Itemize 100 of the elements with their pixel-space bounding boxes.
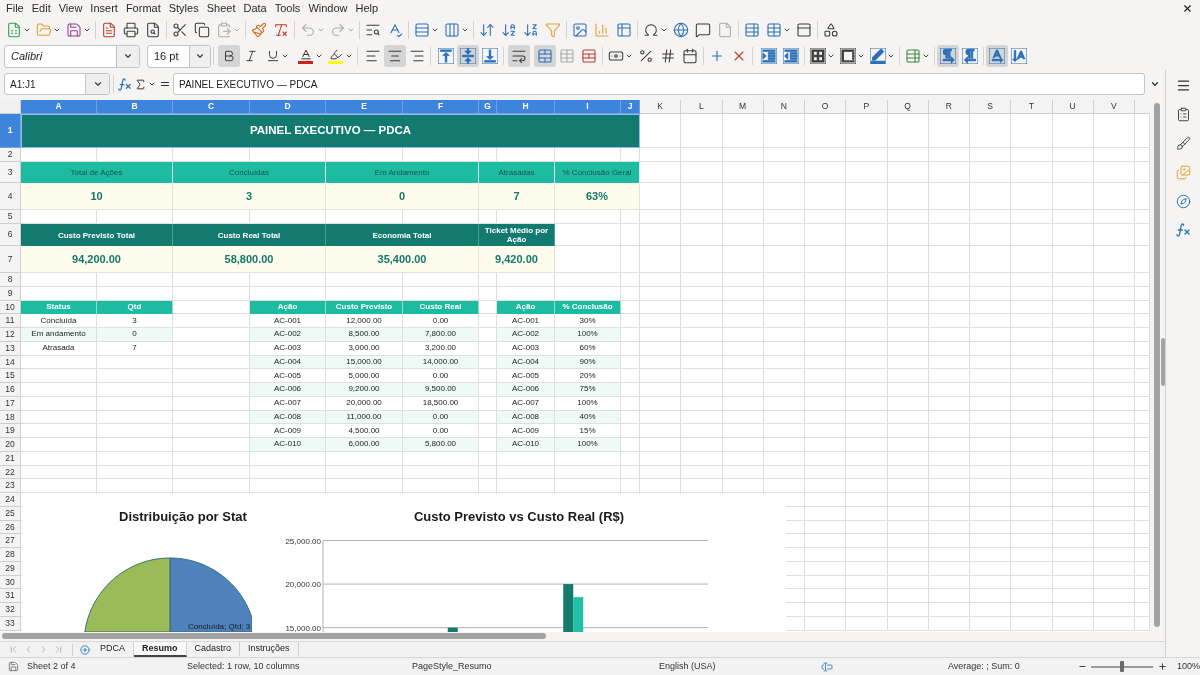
align-center-button[interactable] — [384, 45, 406, 67]
row-header[interactable]: 1 — [0, 114, 21, 148]
row-header[interactable]: 28 — [0, 548, 21, 562]
column-header[interactable]: L — [681, 100, 723, 114]
menu-item[interactable]: Window — [308, 3, 348, 14]
column-header[interactable]: E — [326, 100, 403, 114]
column-header[interactable]: C — [173, 100, 250, 114]
column-header[interactable]: O — [805, 100, 847, 114]
printer-icon — [123, 21, 139, 38]
column-header[interactable]: R — [928, 100, 970, 114]
align-middle-button[interactable] — [457, 45, 479, 67]
row-header[interactable]: 24 — [0, 493, 21, 507]
menu-item[interactable]: Tools — [274, 3, 301, 14]
row-header[interactable]: 32 — [0, 603, 21, 617]
table-icon — [904, 48, 921, 64]
font-size-field[interactable]: 16 pt — [147, 44, 211, 68]
menu-item[interactable]: Data — [243, 3, 267, 14]
menu-item[interactable]: Help — [355, 3, 379, 14]
kpi-value: 58,800.00 — [173, 246, 326, 273]
font-name-dropdown[interactable] — [116, 45, 139, 67]
row-header[interactable]: 11 — [0, 314, 21, 328]
add-sheet-button[interactable] — [78, 642, 92, 657]
italic-icon — [244, 49, 258, 63]
row-header[interactable]: 16 — [0, 383, 21, 397]
row-header[interactable]: 5 — [0, 210, 21, 224]
column-header[interactable]: S — [970, 100, 1012, 114]
scroll-thumb[interactable] — [1154, 103, 1160, 627]
decrease-indent-button[interactable] — [780, 45, 802, 67]
menu-item[interactable]: Insert — [90, 3, 118, 14]
column-header[interactable]: T — [1011, 100, 1053, 114]
column-header[interactable]: V — [1093, 100, 1135, 114]
column-header[interactable]: P — [846, 100, 888, 114]
left-to-right-button[interactable] — [937, 45, 959, 67]
axis-label: 20,000.00 — [285, 580, 321, 590]
text-arrow-icon — [989, 48, 1005, 64]
sidebar-handle[interactable] — [1161, 338, 1165, 386]
row-header[interactable]: 8 — [0, 273, 21, 287]
table-cell: 75% — [555, 383, 621, 397]
row-header[interactable]: 19 — [0, 424, 21, 438]
kpi-label: Concluídas — [173, 162, 326, 183]
row-header[interactable]: 15 — [0, 369, 21, 383]
table-cell: AC-010 — [250, 438, 326, 452]
font-name-field[interactable]: Calibri — [4, 44, 140, 68]
column-header[interactable]: F — [403, 100, 479, 114]
row-header[interactable]: 2 — [0, 148, 21, 162]
row-header[interactable]: 6 — [0, 224, 21, 246]
menu-item[interactable]: View — [58, 3, 83, 14]
name-box-dropdown[interactable] — [85, 74, 109, 94]
row-header[interactable]: 20 — [0, 438, 21, 452]
row-header[interactable]: 7 — [0, 246, 21, 273]
table-icon — [616, 21, 632, 38]
name-box[interactable]: A1:J1 — [4, 73, 110, 95]
scroll-thumb[interactable] — [2, 633, 546, 639]
sheet-tab[interactable]: Resumo — [134, 642, 187, 657]
align-top-button[interactable] — [435, 45, 457, 67]
row-header[interactable]: 23 — [0, 479, 21, 493]
menu-item[interactable]: Format — [125, 3, 161, 14]
column-header[interactable]: H — [497, 100, 555, 114]
zoom-slider[interactable] — [1091, 661, 1153, 672]
caret-icon — [92, 79, 103, 89]
column-header[interactable]: D — [250, 100, 326, 114]
plus-icon — [1157, 662, 1167, 671]
menu-item[interactable]: Edit — [31, 3, 51, 14]
row-header[interactable]: 31 — [0, 589, 21, 603]
align-bottom-button[interactable] — [479, 45, 501, 67]
row-header[interactable]: 27 — [0, 534, 21, 548]
column-header[interactable]: I — [555, 100, 621, 114]
formula-input[interactable]: PAINEL EXECUTIVO — PDCA — [173, 73, 1145, 95]
table-cell: 100% — [555, 328, 621, 342]
column-header[interactable]: M — [722, 100, 764, 114]
merge-center-button[interactable] — [534, 45, 556, 67]
table-cell: AC-002 — [250, 328, 326, 342]
kpi-value: 10 — [21, 183, 173, 210]
vertical-text-button[interactable] — [1008, 45, 1030, 67]
menu-item[interactable]: Sheet — [206, 3, 236, 14]
table-cell: 6,000.00 — [326, 438, 403, 452]
column-header[interactable]: A — [21, 100, 97, 114]
column-header[interactable]: Q — [887, 100, 929, 114]
row-header[interactable]: 4 — [0, 183, 21, 210]
right-to-left-button[interactable] — [959, 45, 981, 67]
column-header[interactable]: G — [479, 100, 497, 114]
menu-item[interactable]: Styles — [168, 3, 199, 14]
row-header[interactable]: 3 — [0, 162, 21, 183]
wrap-text-button[interactable] — [508, 45, 530, 67]
bold-button[interactable] — [218, 45, 240, 67]
horizontal-text-button[interactable] — [986, 45, 1008, 67]
column-header[interactable]: N — [763, 100, 805, 114]
column-header[interactable]: U — [1052, 100, 1094, 114]
zoom-in-button[interactable] — [1156, 660, 1168, 673]
skip-end-icon — [53, 644, 64, 655]
caret-icon — [624, 52, 633, 60]
column-header[interactable]: B — [97, 100, 173, 114]
kpi-value: 9,420.00 — [479, 246, 555, 273]
slider-thumb[interactable] — [1120, 661, 1124, 672]
menu-item[interactable]: File — [6, 3, 24, 14]
row-header[interactable]: 12 — [0, 328, 21, 342]
column-header[interactable]: J — [621, 100, 640, 114]
column-header[interactable]: K — [640, 100, 682, 114]
increase-indent-button[interactable] — [758, 45, 780, 67]
font-size-dropdown[interactable] — [189, 45, 210, 67]
